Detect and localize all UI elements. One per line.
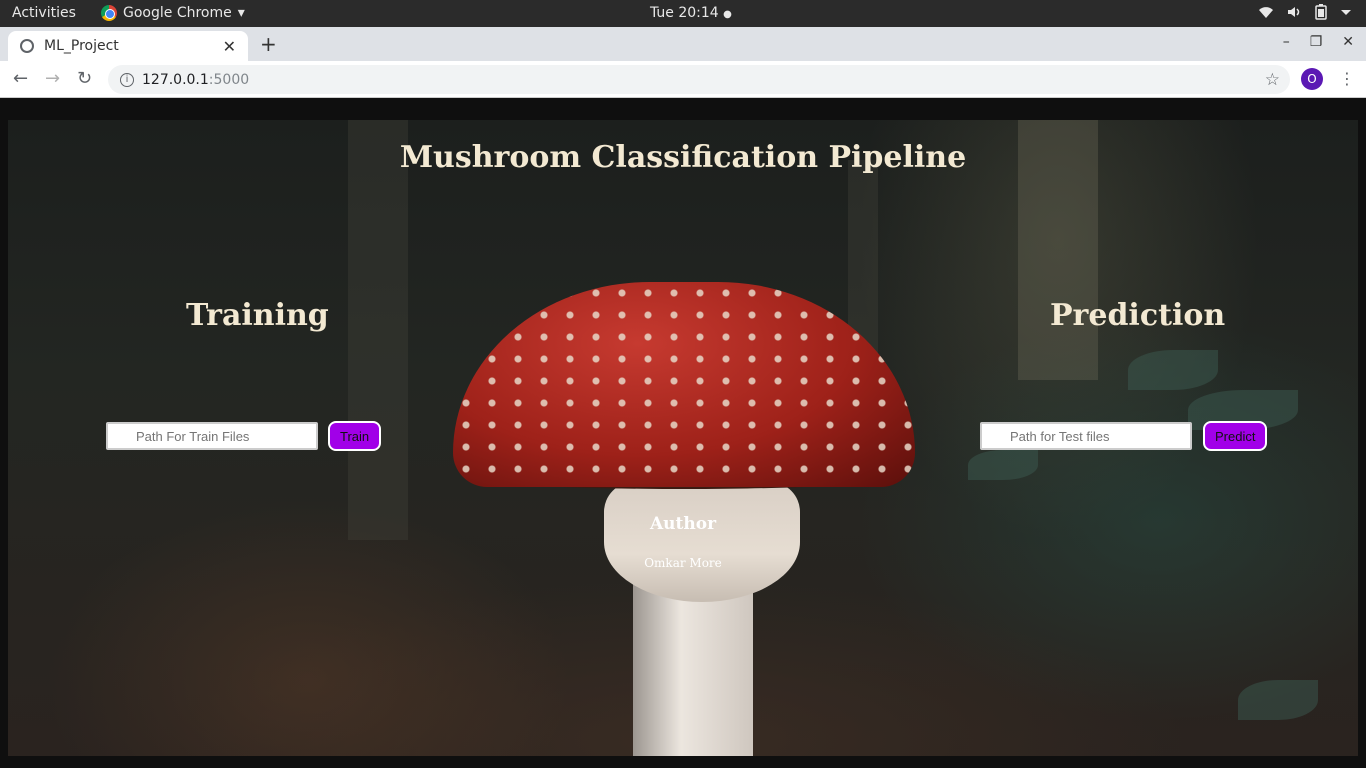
app-menu[interactable]: Google Chrome ▾ — [101, 5, 245, 21]
background-leaf — [1128, 350, 1218, 390]
minimize-icon[interactable]: – — [1283, 34, 1290, 50]
globe-icon — [20, 39, 34, 53]
tab-title: ML_Project — [44, 38, 119, 54]
profile-avatar[interactable]: O — [1301, 68, 1323, 90]
battery-icon — [1315, 4, 1327, 20]
activities-button[interactable]: Activities — [12, 5, 76, 21]
reload-icon[interactable]: ↻ — [77, 68, 92, 89]
notification-dot-icon: ● — [723, 9, 732, 20]
close-window-icon[interactable]: ✕ — [1342, 34, 1354, 50]
forward-arrow-icon[interactable]: → — [45, 68, 60, 89]
url-host: 127.0.0.1 — [142, 71, 209, 88]
browser-toolbar: ← → ↻ i 127.0.0.1:5000 ☆ O ⋮ — [0, 61, 1366, 98]
author-name: Omkar More — [644, 556, 722, 570]
background-leaf — [1238, 680, 1318, 720]
system-tray[interactable] — [1258, 4, 1352, 20]
chevron-down-icon: ▾ — [237, 5, 245, 21]
chrome-logo-icon — [101, 5, 117, 21]
back-arrow-icon[interactable]: ← — [13, 68, 28, 89]
os-top-bar: Activities Google Chrome ▾ Tue 20:14 ● — [0, 0, 1366, 27]
hero-section: Mushroom Classification Pipeline Trainin… — [8, 120, 1358, 756]
address-bar[interactable]: i 127.0.0.1:5000 ☆ — [108, 65, 1290, 94]
background-tree-trunk — [348, 120, 408, 540]
author-heading: Author — [649, 514, 717, 534]
new-tab-button[interactable]: + — [260, 32, 277, 56]
mushroom-ring — [604, 482, 800, 602]
tab-close-icon[interactable]: ✕ — [223, 37, 236, 56]
wifi-icon — [1259, 7, 1273, 18]
window-controls: – ❐ ✕ — [1283, 34, 1354, 50]
app-menu-label: Google Chrome — [123, 5, 232, 21]
clock[interactable]: Tue 20:14 ● — [650, 5, 732, 21]
browser-menu-icon[interactable]: ⋮ — [1339, 69, 1355, 88]
maximize-icon[interactable]: ❐ — [1310, 34, 1323, 50]
system-menu-icon — [1341, 10, 1351, 15]
prediction-heading: Prediction — [1050, 298, 1226, 333]
browser-tab[interactable]: ML_Project ✕ — [8, 31, 248, 61]
bookmark-star-icon[interactable]: ☆ — [1265, 70, 1280, 90]
training-heading: Training — [186, 298, 329, 333]
tab-strip: ML_Project ✕ — [0, 27, 1366, 61]
volume-icon — [1288, 7, 1300, 17]
train-button[interactable]: Train — [328, 421, 382, 451]
predict-button[interactable]: Predict — [1203, 421, 1268, 451]
url-port: :5000 — [208, 71, 250, 88]
test-path-input[interactable] — [980, 422, 1192, 450]
page-viewport: Mushroom Classification Pipeline Trainin… — [0, 98, 1366, 768]
train-path-input[interactable] — [106, 422, 318, 450]
page-title: Mushroom Classification Pipeline — [399, 140, 967, 175]
site-info-icon[interactable]: i — [120, 72, 134, 87]
mushroom-spots — [453, 282, 915, 487]
clock-label: Tue 20:14 — [650, 5, 719, 21]
background-leaf — [968, 450, 1038, 480]
